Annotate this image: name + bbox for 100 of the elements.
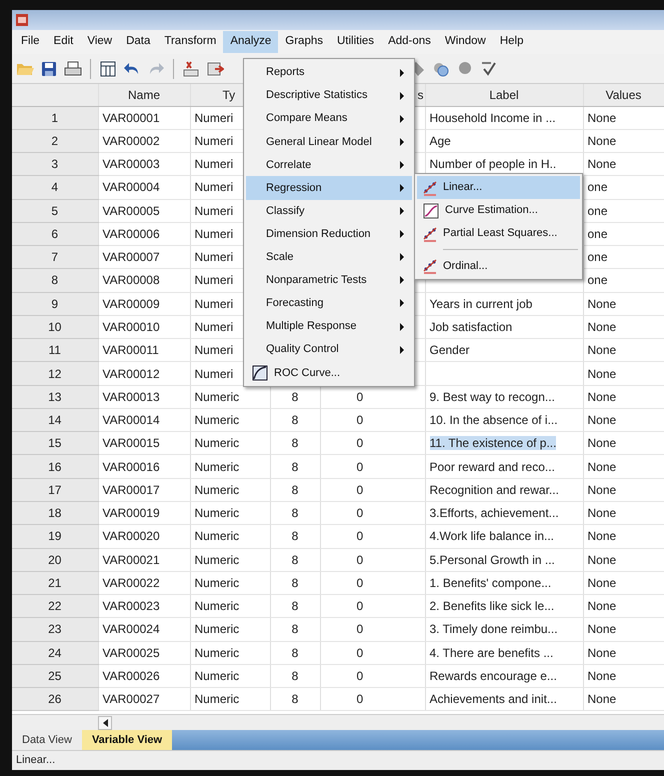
regression-icon (423, 258, 437, 274)
submenu-arrow-icon (400, 346, 404, 354)
row-number: 4 (12, 176, 98, 200)
submenu-arrow-icon (400, 299, 404, 308)
table-cell: Numeric (190, 502, 270, 525)
table-cell: VAR00015 (98, 432, 190, 455)
menu-item[interactable]: Analyze (223, 31, 278, 53)
menu-item[interactable]: Utilities (330, 31, 382, 53)
row-number: 1 (12, 106, 98, 130)
row-number: 22 (12, 594, 98, 618)
go-to-case-icon[interactable] (182, 60, 200, 78)
table-cell: VAR00010 (98, 315, 190, 339)
menu-item[interactable]: Edit (46, 31, 80, 53)
table-cell: 10. In the absence of i... (430, 413, 558, 428)
submenu-arrow-icon (400, 184, 404, 192)
table-cell: Poor reward and reco... (430, 460, 555, 474)
table-cell: None (583, 641, 664, 664)
table-cell: 3. Timely done reimbu... (430, 622, 558, 636)
row-number: 10 (12, 315, 98, 339)
table-cell: 11. The existence of p... (430, 436, 556, 450)
menu-item[interactable]: View (80, 31, 120, 53)
print-icon[interactable] (64, 60, 82, 78)
row-number: 7 (12, 246, 98, 269)
table-cell: 0 (320, 688, 425, 711)
row-number: 21 (12, 571, 98, 595)
table-cell: 3.Efforts, achievement... (430, 506, 559, 520)
table-cell: VAR00025 (98, 641, 190, 664)
submenu-arrow-icon (400, 207, 404, 216)
table-cell: VAR00007 (98, 246, 190, 269)
menu-item[interactable]: Regression (246, 176, 412, 200)
menu-item[interactable]: Window (438, 31, 493, 53)
table-cell: None (583, 292, 664, 316)
table-cell: Numeric (190, 432, 270, 455)
table-cell: None (583, 524, 664, 548)
table-cell: VAR00004 (98, 176, 190, 200)
spell-check-icon[interactable] (480, 60, 498, 78)
table-cell: 8 (270, 454, 320, 478)
table-cell: None (583, 571, 664, 595)
menu-item[interactable]: Graphs (278, 31, 330, 53)
menu-item[interactable]: Partial Least Squares... (417, 222, 580, 246)
menu-item[interactable]: Curve Estimation... (417, 199, 580, 222)
table-cell: None (583, 594, 664, 618)
insert-variable-icon[interactable] (206, 60, 224, 78)
submenu-arrow-icon (400, 114, 404, 123)
table-cell: Recognition and rewar... (430, 482, 559, 497)
table-cell: None (583, 688, 664, 711)
menu-item[interactable]: Ordinal... (417, 254, 580, 278)
scroll-left-button[interactable] (98, 716, 112, 730)
table-cell: VAR00022 (98, 571, 190, 595)
menu-item[interactable]: Add-ons (381, 31, 438, 53)
row-number: 8 (12, 268, 98, 292)
table-cell: 9. Best way to recogn... (430, 390, 555, 404)
table-cell: 8 (270, 478, 320, 502)
table-cell: Numeric (190, 478, 270, 502)
table-cell: VAR00021 (98, 548, 190, 572)
column-header: Values (583, 84, 664, 106)
table-cell: 0 (320, 594, 425, 618)
submenu-arrow-icon (400, 253, 404, 262)
table-cell: Household Income in ... (430, 110, 556, 125)
table-cell: 8 (270, 548, 320, 572)
table-cell: 8 (270, 408, 320, 432)
table-cell: 8 (270, 432, 320, 455)
table-cell: 8 (270, 571, 320, 595)
menu-item[interactable]: File (14, 31, 47, 53)
table-cell: VAR00016 (98, 454, 190, 478)
table-cell: 2. Benefits like sick le... (430, 599, 554, 614)
row-number: 12 (12, 362, 98, 386)
menu-item[interactable]: Data (119, 31, 158, 53)
table-cell: 0 (320, 432, 425, 455)
table-cell: VAR00013 (98, 385, 190, 408)
table-cell: 8 (270, 594, 320, 618)
menu-item[interactable]: Help (492, 31, 530, 53)
table-cell: None (583, 408, 664, 432)
row-number: 23 (12, 618, 98, 642)
data-editor-icon[interactable] (99, 60, 117, 78)
view-tab[interactable]: Data View (12, 730, 82, 750)
table-cell: Age (430, 134, 451, 148)
menu-item[interactable]: Transform (157, 31, 224, 53)
table-cell: 8 (270, 641, 320, 664)
table-cell: Numeric (190, 641, 270, 664)
row-number: 16 (12, 454, 98, 478)
table-cell: 0 (320, 571, 425, 595)
table-cell: VAR00005 (98, 199, 190, 222)
view-tab[interactable]: Variable View (82, 730, 172, 750)
menu-item[interactable]: Linear... (417, 176, 580, 200)
table-cell: None (583, 152, 664, 176)
table-cell: Gender (430, 343, 470, 358)
menu-item[interactable]: Reports (246, 61, 412, 84)
table-cell: 8 (270, 618, 320, 642)
table-cell: 0 (320, 478, 425, 502)
row-number: 15 (12, 432, 98, 455)
table-cell: 0 (320, 618, 425, 642)
table-cell: VAR00008 (98, 268, 190, 292)
table-cell: None (583, 502, 664, 525)
table-cell: Numeric (190, 524, 270, 548)
table-cell: 5.Personal Growth in ... (430, 552, 555, 567)
table-cell: Numeric (190, 454, 270, 478)
table-cell: VAR00003 (98, 152, 190, 176)
table-cell: None (583, 129, 664, 153)
save-icon[interactable] (40, 60, 58, 78)
